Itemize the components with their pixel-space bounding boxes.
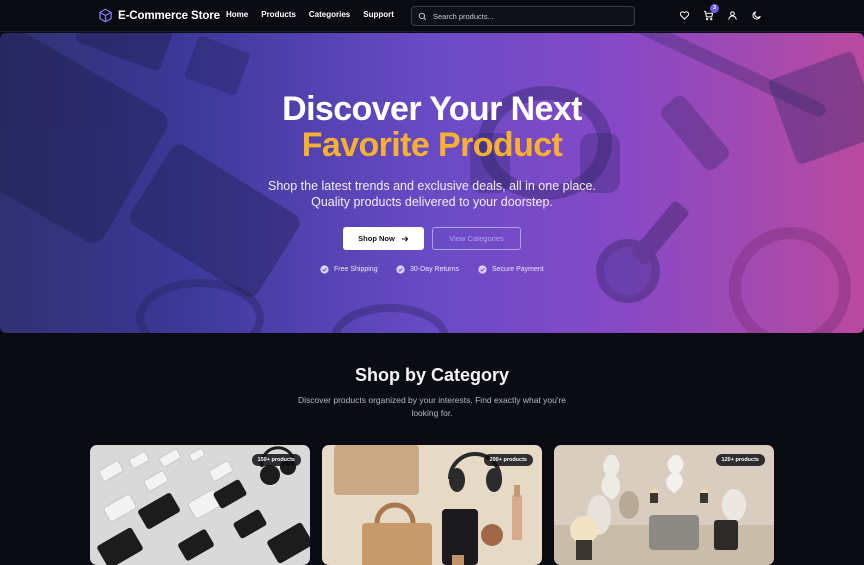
search-box: [411, 6, 635, 26]
view-categories-button[interactable]: View Categories: [432, 227, 521, 250]
moon-icon[interactable]: [751, 10, 762, 21]
check-circle-icon: [478, 265, 487, 274]
perk-label: Secure Payment: [492, 266, 544, 273]
shop-now-label: Shop Now: [358, 234, 395, 243]
hero-banner: Discover Your Next Favorite Product Shop…: [0, 33, 864, 333]
hero-title-line1: Discover Your Next: [282, 90, 582, 128]
heart-icon[interactable]: [679, 10, 690, 21]
category-card-electronics[interactable]: 150+ products: [90, 445, 310, 565]
brand-name: E-Commerce Store: [118, 9, 220, 22]
top-navbar: E-Commerce Store Home Products Categorie…: [0, 0, 864, 32]
product-count-badge: 120+ products: [715, 454, 765, 466]
category-card-fashion[interactable]: 200+ products: [322, 445, 542, 565]
product-count-badge: 150+ products: [251, 454, 301, 466]
nav-link-home[interactable]: Home: [226, 10, 248, 19]
shop-now-button[interactable]: Shop Now: [343, 227, 424, 250]
nav-links: Home Products Categories Support: [226, 10, 407, 19]
perk-label: Free Shipping: [334, 266, 378, 273]
section-description-line2: looking for.: [411, 408, 453, 418]
check-circle-icon: [396, 265, 405, 274]
section-title: Shop by Category: [354, 365, 510, 385]
perk-secure-payment: Secure Payment: [478, 265, 544, 274]
hero-subtitle-line2: Quality products delivered to your doors…: [311, 195, 553, 209]
hero-title-line2: Favorite Product: [301, 126, 563, 164]
perk-returns: 30-Day Returns: [396, 265, 459, 274]
category-card-home-decor[interactable]: 120+ products: [554, 445, 774, 565]
nav-link-products[interactable]: Products: [261, 10, 296, 19]
search-icon: [418, 12, 427, 20]
nav-link-categories[interactable]: Categories: [309, 10, 350, 19]
view-categories-label: View Categories: [449, 234, 504, 243]
user-icon[interactable]: [727, 10, 738, 21]
cube-icon: [99, 8, 112, 23]
section-description-line1: Discover products organized by your inte…: [297, 395, 567, 405]
hero-subtitle-line1: Shop the latest trends and exclusive dea…: [268, 179, 596, 193]
search-input[interactable]: [433, 11, 623, 21]
brand[interactable]: E-Commerce Store: [98, 8, 220, 23]
arrow-right-icon: [401, 236, 408, 241]
cart-count-badge: 3: [710, 4, 719, 13]
check-circle-icon: [320, 265, 329, 274]
nav-link-support[interactable]: Support: [363, 10, 394, 19]
perk-free-shipping: Free Shipping: [320, 265, 378, 274]
perk-label: 30-Day Returns: [410, 266, 460, 273]
product-count-badge: 200+ products: [483, 454, 533, 466]
